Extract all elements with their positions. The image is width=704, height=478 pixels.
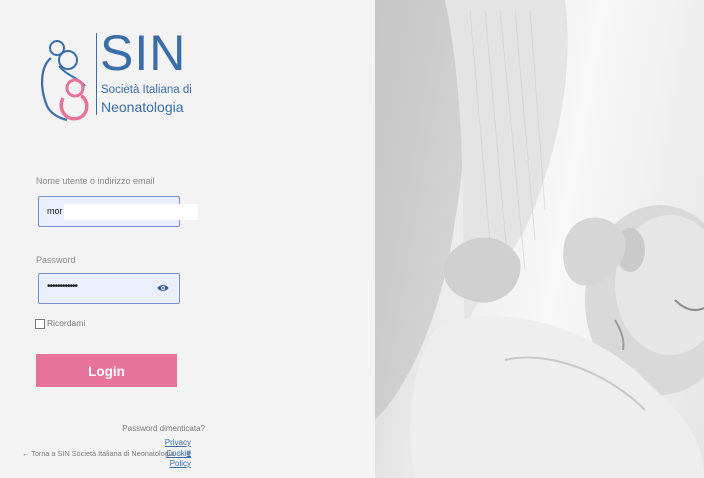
sin-logo: SIN Società Italiana di Neonatologia: [37, 25, 192, 125]
logo-subtitle-line1: Società Italiana di: [101, 84, 192, 96]
password-label: Password: [36, 255, 76, 265]
newborn-photo-illustration: [375, 0, 704, 478]
username-label: Nome utente o indirizzo email: [36, 176, 155, 186]
remember-label: Ricordami: [47, 318, 86, 328]
newborn-photo: [375, 0, 704, 478]
logo-divider: [96, 33, 97, 115]
logo-subtitle-line2: Neonatologia: [101, 99, 184, 115]
redacted-area: [64, 204, 198, 220]
forgot-password-link[interactable]: Password dimenticata?: [122, 424, 205, 433]
password-field[interactable]: ••••••••••••: [38, 273, 180, 304]
password-value: ••••••••••••: [47, 281, 78, 292]
logo-title: SIN: [100, 25, 187, 81]
username-value: mor: [47, 206, 63, 216]
cookie-link-line2[interactable]: Policy: [170, 459, 191, 468]
login-button[interactable]: Login: [36, 354, 177, 387]
cookie-link-line1[interactable]: Cookie: [166, 449, 191, 458]
mother-baby-logo-icon: [41, 40, 89, 122]
login-panel: SIN Società Italiana di Neonatologia Nom…: [0, 0, 375, 478]
back-to-site-link[interactable]: ← Torna a SIN Società Italiana di Neonat…: [22, 449, 174, 458]
checkbox-icon[interactable]: [35, 319, 45, 329]
cookie-policy-link[interactable]: Cookie Policy: [160, 449, 191, 469]
eye-icon[interactable]: [157, 283, 169, 293]
